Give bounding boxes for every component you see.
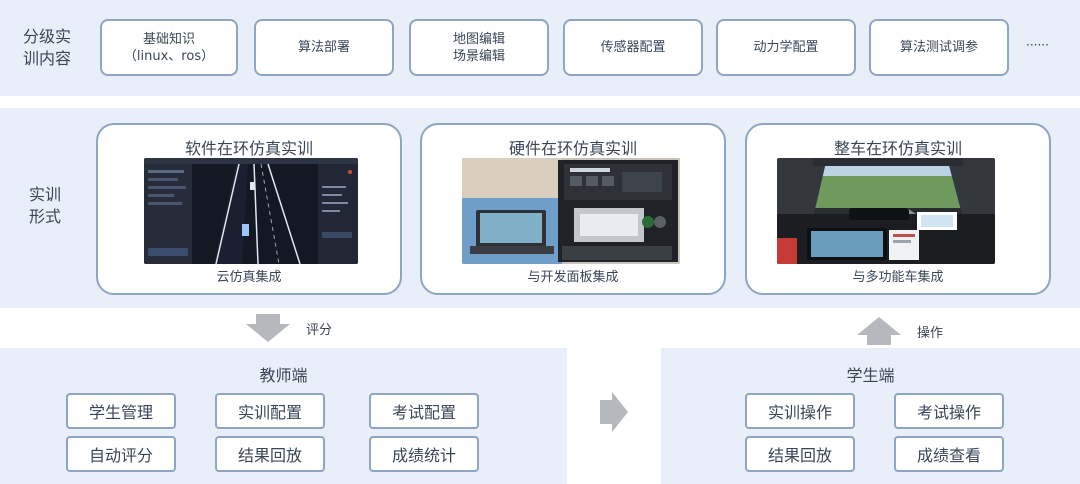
card-hardware-caption: 与开发面板集成: [527, 270, 619, 285]
forms-label: 实训 形式: [28, 185, 61, 226]
level-item-dynamics-config[interactable]: 动力学配置: [716, 19, 856, 76]
down-arrow-icon: [246, 314, 290, 342]
student-title: 学生端: [846, 366, 895, 385]
card-software-in-loop[interactable]: 软件在环仿真实训 云仿真集成: [96, 123, 402, 295]
teacher-score-statistics-button[interactable]: 成绩统计: [369, 436, 479, 472]
levels-more: ······: [1026, 38, 1049, 52]
teacher-auto-grading-button[interactable]: 自动评分: [66, 436, 176, 472]
cloud-sim-screenshot: [144, 158, 358, 264]
teacher-exam-config-button[interactable]: 考试配置: [369, 393, 479, 429]
student-exam-operation-button[interactable]: 考试操作: [894, 393, 1004, 429]
level-item-map-scene-edit[interactable]: 地图编辑 场景编辑: [409, 19, 549, 76]
card-software-title: 软件在环仿真实训: [184, 139, 313, 158]
level-item-sensor-config[interactable]: 传感器配置: [563, 19, 703, 76]
up-arrow-icon: [857, 317, 901, 345]
teacher-training-config-button[interactable]: 实训配置: [215, 393, 325, 429]
student-score-view-button[interactable]: 成绩查看: [894, 436, 1004, 472]
right-arrow-icon: [600, 392, 628, 432]
teacher-result-replay-button[interactable]: 结果回放: [215, 436, 325, 472]
card-hardware-in-loop[interactable]: 硬件在环仿真实训 与开发面板集成: [420, 123, 726, 295]
dev-board-photo: [462, 158, 680, 264]
level-item-algorithm-deploy[interactable]: 算法部署: [254, 19, 394, 76]
teacher-title: 教师端: [259, 366, 308, 385]
card-vehicle-title: 整车在环仿真实训: [833, 139, 962, 158]
card-vehicle-in-loop[interactable]: 整车在环仿真实训 与多功能车集成: [745, 123, 1051, 295]
teacher-student-management-button[interactable]: 学生管理: [66, 393, 176, 429]
level-item-basics[interactable]: 基础知识 （linux、ros）: [100, 19, 238, 76]
down-arrow-label: 评分: [306, 323, 333, 338]
vehicle-cockpit-photo: [777, 158, 995, 264]
card-hardware-title: 硬件在环仿真实训: [508, 139, 637, 158]
levels-label: 分级实 训内容: [22, 27, 71, 68]
level-item-algorithm-tuning[interactable]: 算法测试调参: [869, 19, 1009, 76]
up-arrow-label: 操作: [917, 326, 944, 341]
card-software-caption: 云仿真集成: [216, 270, 282, 285]
student-result-replay-button[interactable]: 结果回放: [745, 436, 855, 472]
student-training-operation-button[interactable]: 实训操作: [745, 393, 855, 429]
card-vehicle-caption: 与多功能车集成: [852, 270, 944, 285]
